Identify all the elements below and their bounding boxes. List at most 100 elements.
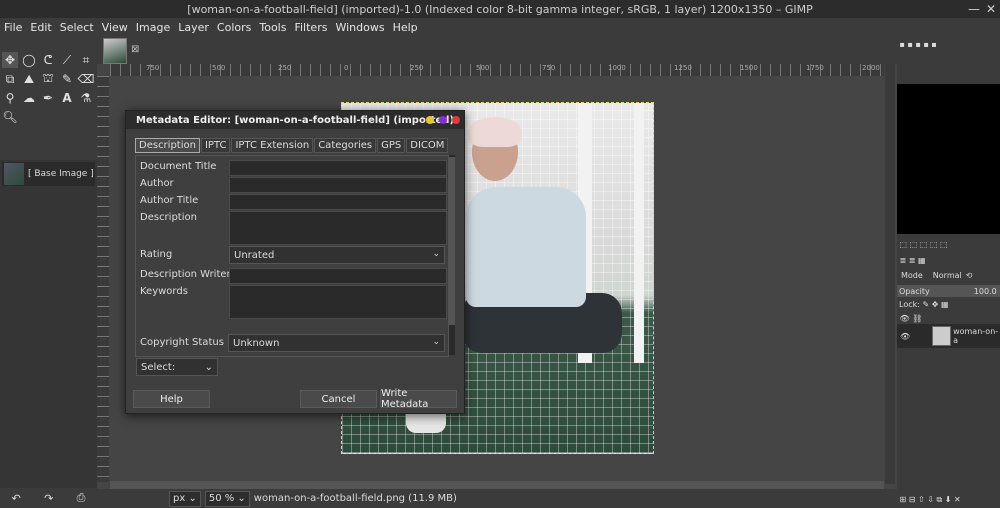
redo-icon[interactable]: ↷ <box>44 492 53 505</box>
ruler-label: 750 <box>542 64 556 72</box>
menu-help[interactable]: Help <box>389 21 422 34</box>
layer-thumbnail <box>932 326 952 346</box>
rating-select[interactable]: Unrated ⌄ <box>229 246 445 264</box>
menu-windows[interactable]: Windows <box>331 21 388 34</box>
menu-file[interactable]: File <box>0 21 26 34</box>
horizontal-scrollbar[interactable] <box>110 481 884 489</box>
crop-icon[interactable]: ⌗ <box>78 52 94 68</box>
goal-post <box>634 103 644 363</box>
base-image-label: [ Base Image ] <box>28 169 94 179</box>
menu-select[interactable]: Select <box>56 21 98 34</box>
zoom-select[interactable]: 50 % ⌄ <box>204 490 250 507</box>
ruler-label: 2000 <box>862 64 880 72</box>
mode-row: Mode Normal ⟲ <box>897 269 1000 281</box>
menu-colors[interactable]: Colors <box>213 21 255 34</box>
document-title-label: Document Title <box>140 161 217 172</box>
status-bar: px ⌄ 50 % ⌄ woman-on-a-football-field.pn… <box>97 489 897 508</box>
description-input[interactable] <box>229 211 447 245</box>
layers-tab-icons[interactable]: ≣ ≣ ▦ <box>897 254 1000 266</box>
clone-icon[interactable]: ⚲ <box>2 90 18 106</box>
layers-action-icons[interactable]: ⊞ ⊟ ⇧ ⇩ ⧉ ⬇ ✕ <box>897 494 1000 506</box>
copyright-status-select[interactable]: Unknown ⌄ <box>228 334 445 352</box>
close-icon[interactable]: ✕ <box>986 2 996 16</box>
description-writer-input[interactable] <box>229 268 447 284</box>
dialog-titlebar: Metadata Editor: [woman-on-a-football-fi… <box>126 111 464 129</box>
chevron-down-icon: ⌄ <box>432 337 440 347</box>
menu-filters[interactable]: Filters <box>290 21 331 34</box>
menu-tools[interactable]: Tools <box>255 21 290 34</box>
ruler-label: 0 <box>344 64 349 72</box>
dock-tab-icons[interactable]: ▪ ▪ ▪ ▪ ▪ <box>897 38 1000 50</box>
layer-row[interactable]: 👁︎ woman-on-a <box>897 324 1000 348</box>
paths-icon[interactable]: ✒ <box>40 90 56 106</box>
rating-value: Unrated <box>234 249 275 261</box>
warp-icon[interactable]: ⛰ <box>21 71 37 87</box>
image-thumbnail <box>4 163 24 185</box>
tab-iptc[interactable]: IPTC <box>200 138 231 153</box>
ruler-label: 500 <box>476 64 490 72</box>
author-input[interactable] <box>229 177 447 193</box>
form-scrollbar[interactable] <box>449 155 455 355</box>
minimize-button[interactable] <box>426 116 434 124</box>
bucket-fill-icon[interactable]: ⛫ <box>40 71 56 87</box>
menu-image[interactable]: Image <box>132 21 174 34</box>
layer-name: woman-on-a <box>953 327 999 345</box>
unit-select[interactable]: px ⌄ <box>169 490 201 507</box>
help-button[interactable]: Help <box>133 390 210 408</box>
layers-header-icons: 👁︎ ⛓ <box>897 313 923 323</box>
color-picker-icon[interactable]: ⚗ <box>78 90 94 106</box>
cancel-button[interactable]: Cancel <box>300 390 377 408</box>
tab-gps[interactable]: GPS <box>377 138 406 153</box>
dialog-close-button[interactable] <box>452 116 460 124</box>
lock-label: Lock: <box>899 299 920 309</box>
image-tabs: ⊠ <box>97 36 897 64</box>
base-image-item[interactable]: [ Base Image ] <box>2 162 95 186</box>
paintbrush-icon[interactable]: ✎ <box>59 71 75 87</box>
menu-layer[interactable]: Layer <box>174 21 213 34</box>
mode-select[interactable]: Normal <box>933 271 962 280</box>
navigation-buttons[interactable]: ⬚ ⬚ ⬚ ⬚ ⬚ <box>897 238 1000 250</box>
lasso-icon[interactable]: ᕦ <box>40 52 56 68</box>
zoom-icon[interactable]: 🔍︎ <box>2 109 18 125</box>
figure-hair <box>468 117 522 147</box>
rating-label: Rating <box>140 249 173 260</box>
eye-icon[interactable]: 👁︎ <box>900 332 910 341</box>
select-label: Select: <box>141 361 176 373</box>
ruler-label: 1500 <box>740 64 758 72</box>
mode-reset-icon[interactable]: ⟲ <box>966 271 973 280</box>
opacity-value: 100.0 <box>973 286 997 296</box>
transform-icon[interactable]: ⧉ <box>2 71 18 87</box>
select-dropdown[interactable]: Select: ⌄ <box>136 358 218 376</box>
ellipse-select-icon[interactable]: ◯ <box>21 52 37 68</box>
minimize-icon[interactable]: — <box>968 2 980 16</box>
undo-icon[interactable]: ↶ <box>12 492 21 505</box>
scrollbar-thumb[interactable] <box>449 157 455 325</box>
tab-close-icon[interactable]: ⊠ <box>131 44 139 55</box>
maximize-button[interactable] <box>439 116 447 124</box>
opacity-slider[interactable]: Opacity 100.0 <box>897 285 1000 297</box>
fuzzy-select-icon[interactable]: ⟋ <box>59 52 75 68</box>
document-title-input[interactable] <box>229 160 447 176</box>
move-tool-icon[interactable]: ✥ <box>2 52 18 68</box>
menu-view[interactable]: View <box>98 21 132 34</box>
print-icon[interactable]: ⎙ <box>77 491 86 505</box>
smudge-icon[interactable]: ☁ <box>21 90 37 106</box>
tab-description[interactable]: Description <box>135 138 200 153</box>
tab-categories[interactable]: Categories <box>314 138 377 153</box>
text-tool-icon[interactable]: A <box>59 90 75 106</box>
tab-dicom[interactable]: DICOM <box>406 138 449 153</box>
lock-icons[interactable]: ✎ ✥ ▦ <box>920 300 948 309</box>
write-metadata-button[interactable]: Write Metadata <box>380 388 457 410</box>
image-tab-thumbnail[interactable] <box>103 38 127 64</box>
tab-iptc-extension[interactable]: IPTC Extension <box>231 138 314 153</box>
images-panel-header <box>0 148 97 160</box>
author-title-input[interactable] <box>229 194 447 210</box>
ruler-label: 750 <box>146 64 160 72</box>
window-title: [woman-on-a-football-field] (imported)-1… <box>187 2 813 16</box>
vertical-scrollbar[interactable] <box>885 64 895 484</box>
ruler-label: 250 <box>410 64 424 72</box>
unit-value: px <box>173 493 186 504</box>
menu-edit[interactable]: Edit <box>26 21 55 34</box>
eraser-icon[interactable]: ⌫ <box>78 71 95 87</box>
keywords-input[interactable] <box>229 285 447 319</box>
